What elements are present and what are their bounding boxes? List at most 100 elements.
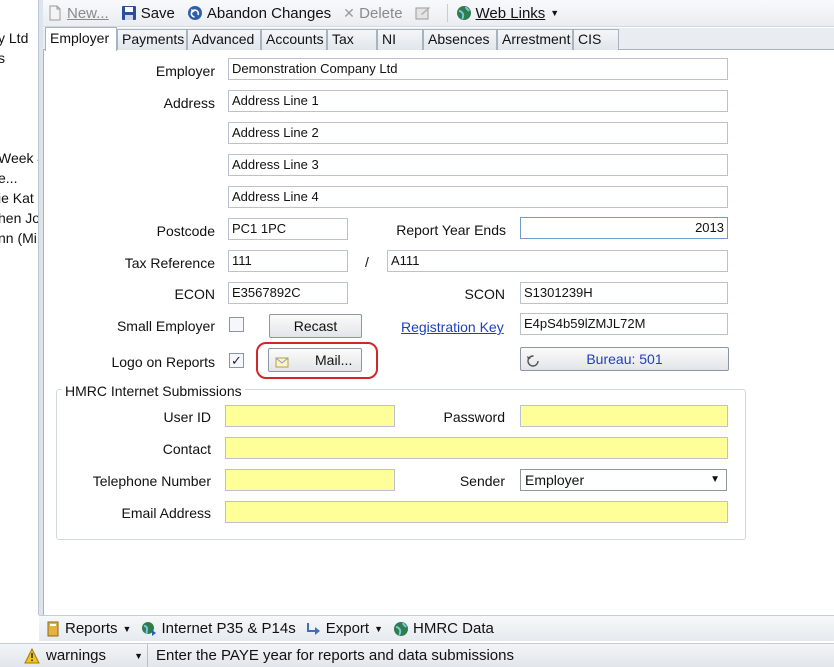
- tab-payments[interactable]: Payments: [117, 29, 187, 50]
- contact-label: Contact: [162, 441, 211, 457]
- employer-list: y Ltd s Week 4 e... ie Kat hen Jo nn (Mi: [0, 0, 39, 615]
- reports-menu[interactable]: Reports ▼: [45, 620, 131, 637]
- employer-panel: Employer Demonstration Company Ltd Addre…: [43, 50, 834, 615]
- web-links-menu[interactable]: Web Links ▼: [456, 4, 560, 22]
- hmrc-data-button[interactable]: HMRC Data: [393, 620, 494, 637]
- bureau-label: Bureau: 501: [586, 351, 663, 367]
- econ-field[interactable]: E3567892C: [228, 282, 348, 304]
- econ-label: ECON: [174, 286, 215, 302]
- reports-label: Reports: [65, 620, 118, 637]
- telephone-label: Telephone Number: [92, 473, 211, 489]
- sender-value: Employer: [525, 472, 585, 488]
- new-button[interactable]: New...: [47, 5, 109, 22]
- small-employer-checkbox[interactable]: [229, 317, 244, 332]
- save-button[interactable]: Save: [121, 5, 175, 22]
- scon-field[interactable]: S1301239H: [520, 282, 728, 304]
- chevron-down-icon: ▼: [134, 650, 143, 661]
- address-line-3-field[interactable]: Address Line 3: [228, 154, 728, 176]
- chevron-down-icon: ▼: [374, 623, 383, 634]
- sender-select[interactable]: Employer ▼: [520, 469, 727, 491]
- password-field[interactable]: [520, 405, 728, 427]
- email-label: Email Address: [121, 505, 211, 521]
- reports-icon: [45, 621, 61, 637]
- list-item[interactable]: hen Jo: [0, 210, 38, 226]
- recast-button[interactable]: Recast: [269, 314, 362, 338]
- tab-ni[interactable]: NI: [377, 29, 423, 50]
- warnings-dropdown[interactable]: warnings ▼: [0, 644, 148, 667]
- address-line-4-field[interactable]: Address Line 4: [228, 186, 728, 208]
- top-toolbar: New... Save Abandon Changes ✕ Delete Web…: [43, 0, 834, 27]
- refresh-icon: [526, 352, 540, 367]
- logo-on-reports-checkbox[interactable]: ✓: [229, 353, 244, 368]
- report-year-field[interactable]: 2013: [520, 217, 728, 239]
- telephone-field[interactable]: [225, 469, 395, 491]
- abandon-changes-button[interactable]: Abandon Changes: [187, 5, 331, 22]
- dropdown-arrow-icon: ▼: [710, 474, 720, 485]
- registration-key-link[interactable]: Registration Key: [401, 319, 504, 335]
- tax-reference-number-field[interactable]: A111: [387, 250, 728, 272]
- list-item[interactable]: s: [0, 50, 5, 66]
- hmrc-submissions-title: HMRC Internet Submissions: [62, 383, 245, 399]
- warning-icon: [24, 647, 40, 664]
- notes-button[interactable]: [415, 5, 435, 21]
- hmrc-data-label: HMRC Data: [413, 620, 494, 637]
- postcode-label: Postcode: [156, 223, 215, 239]
- address-line-1-field[interactable]: Address Line 1: [228, 90, 728, 112]
- app-window: y Ltd s Week 4 e... ie Kat hen Jo nn (Mi…: [0, 0, 834, 667]
- list-item[interactable]: nn (Mi: [0, 230, 37, 246]
- mail-label: Mail...: [315, 352, 353, 368]
- tab-advanced[interactable]: Advanced: [187, 29, 261, 50]
- tax-reference-separator: /: [365, 254, 369, 270]
- globe-icon: [456, 5, 472, 21]
- list-item[interactable]: Week 4: [0, 150, 38, 166]
- undo-icon: [187, 5, 203, 21]
- internet-p35-button[interactable]: Internet P35 & P14s: [141, 620, 296, 637]
- tax-reference-office-field[interactable]: 111: [228, 250, 348, 272]
- employer-label: Employer: [155, 63, 215, 79]
- tab-strip: Employer Payments Advanced Accounts Tax …: [43, 27, 834, 51]
- sender-label: Sender: [459, 473, 505, 489]
- email-field[interactable]: [225, 501, 728, 523]
- employer-name-field[interactable]: Demonstration Company Ltd: [228, 58, 728, 80]
- tab-tax[interactable]: Tax: [327, 29, 377, 50]
- report-year-label: Report Year Ends: [396, 222, 506, 238]
- delete-label: Delete: [359, 4, 403, 22]
- bureau-button[interactable]: Bureau: 501: [520, 347, 729, 371]
- chevron-down-icon: ▼: [122, 623, 132, 634]
- user-id-label: User ID: [163, 409, 211, 425]
- tab-accounts[interactable]: Accounts: [261, 29, 327, 50]
- save-label: Save: [140, 4, 175, 22]
- status-bar: warnings ▼ Enter the PAYE year for repor…: [0, 643, 834, 667]
- scon-label: SCON: [464, 286, 505, 302]
- notes-icon: [415, 5, 431, 21]
- address-line-2-field[interactable]: Address Line 2: [228, 122, 728, 144]
- registration-key-field[interactable]: E4pS4b59lZMJL72M: [520, 313, 728, 335]
- tab-absences[interactable]: Absences: [423, 29, 497, 50]
- delete-icon: ✕: [343, 5, 355, 21]
- export-icon: [306, 621, 322, 637]
- tab-arrestment[interactable]: Arrestment: [497, 29, 573, 50]
- address-label: Address: [163, 95, 215, 111]
- tab-cis[interactable]: CIS: [573, 29, 619, 50]
- mail-button[interactable]: Mail...: [268, 348, 362, 372]
- mail-icon: [274, 353, 290, 368]
- chevron-down-icon: ▼: [550, 8, 560, 18]
- password-label: Password: [443, 409, 505, 425]
- globe-upload-icon: [141, 621, 157, 637]
- tax-reference-label: Tax Reference: [124, 255, 215, 271]
- list-item[interactable]: y Ltd: [0, 30, 28, 46]
- contact-field[interactable]: [225, 437, 728, 459]
- list-item[interactable]: ie Kat: [0, 190, 34, 206]
- new-label: New...: [67, 4, 109, 22]
- globe-icon: [393, 621, 409, 637]
- user-id-field[interactable]: [225, 405, 395, 427]
- logo-on-reports-label: Logo on Reports: [111, 354, 215, 370]
- internet-label: Internet P35 & P14s: [161, 620, 296, 637]
- export-menu[interactable]: Export ▼: [306, 620, 383, 637]
- postcode-field[interactable]: PC1 1PC: [228, 218, 348, 240]
- web-links-label: Web Links: [475, 4, 546, 22]
- delete-button[interactable]: ✕ Delete: [343, 5, 402, 22]
- list-item[interactable]: e...: [0, 170, 17, 186]
- tab-employer[interactable]: Employer: [45, 27, 117, 51]
- export-label: Export: [325, 620, 370, 637]
